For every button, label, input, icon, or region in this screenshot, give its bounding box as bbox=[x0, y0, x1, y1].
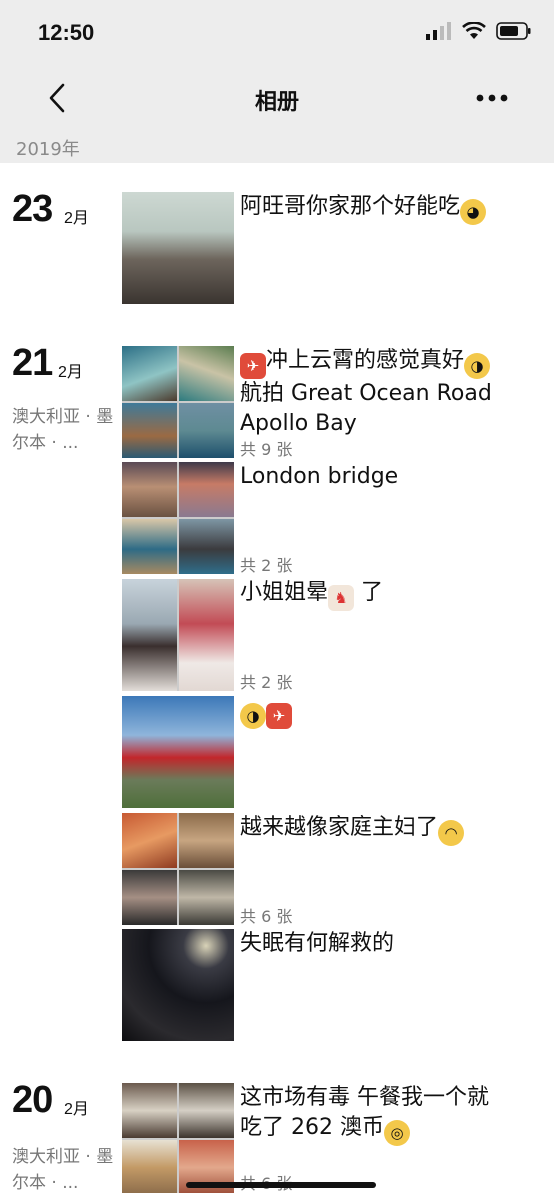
signal-icon bbox=[426, 22, 451, 40]
year-label: 2019年 bbox=[16, 139, 80, 160]
photo-thumbnail[interactable] bbox=[122, 696, 234, 808]
chicken-emoji-icon: ♞ bbox=[328, 585, 355, 611]
photo-count: 共 2 张 bbox=[240, 673, 293, 692]
smirk-emoji-icon: ◑ bbox=[464, 353, 491, 379]
drool-emoji-icon: ◕ bbox=[460, 199, 487, 225]
helicopter-emoji-icon: ✈ bbox=[266, 703, 292, 729]
photo-count: 共 6 张 bbox=[240, 907, 293, 926]
photo-count: 共 2 张 bbox=[240, 556, 293, 575]
photo-thumbnail[interactable] bbox=[122, 579, 234, 691]
date-day: 20 bbox=[12, 1079, 53, 1121]
post-caption[interactable]: 越来越像家庭主妇了 ◠ bbox=[240, 813, 540, 846]
post-caption[interactable]: 阿旺哥你家那个好能吃 ◕ bbox=[240, 192, 540, 225]
shocked-emoji-icon: ◎ bbox=[383, 1120, 410, 1146]
year-header: 2019年 bbox=[0, 130, 554, 163]
status-icons bbox=[426, 22, 532, 40]
shy-emoji-icon: ◠ bbox=[438, 820, 465, 846]
nav-bar: 相册 bbox=[0, 66, 554, 130]
date-day: 21 bbox=[12, 342, 53, 384]
date-month: 2月 bbox=[64, 1101, 89, 1118]
photo-thumbnail[interactable] bbox=[122, 346, 234, 458]
more-button[interactable] bbox=[470, 80, 514, 116]
post-caption[interactable]: 这市场有毒 午餐我一个就 吃了 262 澳币 ◎ bbox=[240, 1083, 540, 1146]
location-label: 澳大利亚 · 墨尔本 · ... bbox=[12, 1147, 114, 1193]
status-time: 12:50 bbox=[38, 20, 95, 45]
more-dots-icon bbox=[476, 94, 508, 102]
date-month: 2月 bbox=[58, 364, 83, 381]
photo-thumbnail[interactable] bbox=[122, 192, 234, 304]
photo-thumbnail[interactable] bbox=[122, 462, 234, 574]
date-month: 2月 bbox=[64, 210, 89, 227]
post-caption[interactable]: London bridge bbox=[240, 462, 540, 492]
post-caption[interactable]: 小姐姐晕 ♞ 了 bbox=[240, 578, 540, 611]
photo-count: 共 9 张 bbox=[240, 440, 293, 459]
post-caption[interactable]: ◑ ✈ bbox=[240, 696, 540, 729]
battery-icon bbox=[496, 22, 531, 40]
wifi-icon bbox=[462, 22, 486, 39]
location-label: 澳大利亚 · 墨尔本 · ... bbox=[12, 407, 114, 453]
status-bar: 12:50 bbox=[0, 0, 554, 66]
smirk-emoji-icon: ◑ bbox=[240, 703, 266, 729]
photo-thumbnail[interactable] bbox=[122, 1083, 234, 1193]
post-caption[interactable]: 失眠有何解救的 bbox=[240, 929, 540, 959]
helicopter-emoji-icon: ✈ bbox=[240, 353, 266, 379]
post-caption[interactable]: ✈ 冲上云霄的感觉真好 ◑ 航拍 Great Ocean Road Apollo B… bbox=[240, 346, 540, 439]
photo-thumbnail[interactable] bbox=[122, 929, 234, 1041]
date-day: 23 bbox=[12, 188, 53, 230]
home-indicator[interactable] bbox=[186, 1182, 376, 1188]
photo-thumbnail[interactable] bbox=[122, 813, 234, 925]
